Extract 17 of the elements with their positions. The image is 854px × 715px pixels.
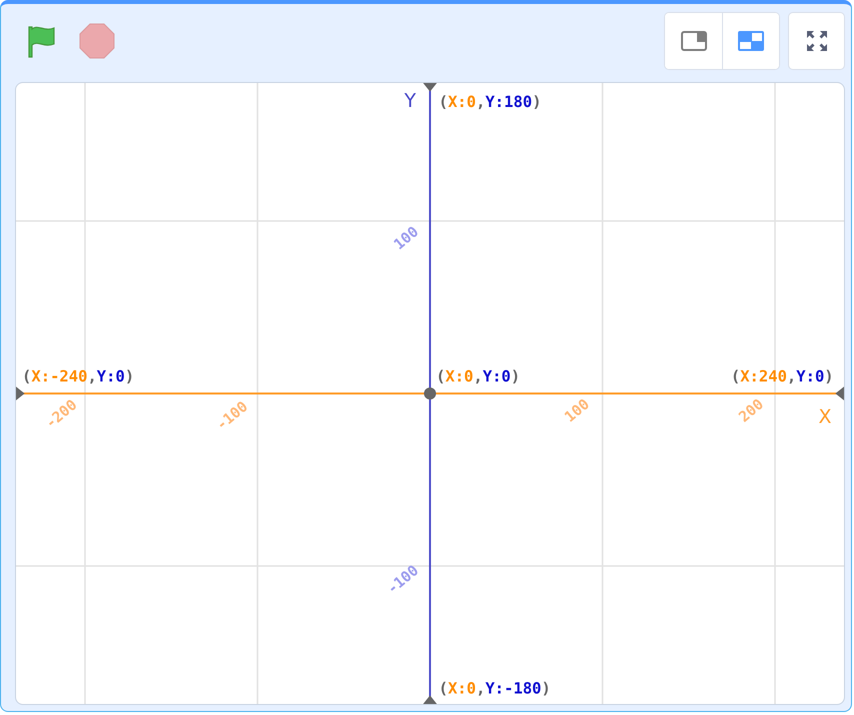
tick-label: 100	[562, 396, 593, 426]
fullscreen-icon	[804, 29, 828, 53]
origin-dot	[424, 387, 436, 400]
tick-label: 200	[736, 396, 768, 426]
large-stage-button[interactable]	[722, 13, 779, 69]
coordinate-label: (X:0,Y:0)	[436, 367, 520, 386]
coordinate-label: (X:240,Y:0)	[730, 367, 834, 386]
coordinate-label: (X:0,Y:-180)	[438, 680, 551, 698]
coordinate-label: (X:0,Y:180)	[438, 93, 542, 112]
stop-icon[interactable]	[79, 23, 115, 59]
large-stage-icon	[737, 29, 765, 53]
coordinate-label: (X:-240,Y:0)	[22, 367, 134, 386]
small-stage-icon	[680, 29, 708, 53]
axis-label: X	[818, 406, 832, 428]
fullscreen-button[interactable]	[788, 12, 845, 70]
tick-label: 100	[390, 223, 422, 254]
axis-label: Y	[404, 90, 416, 112]
